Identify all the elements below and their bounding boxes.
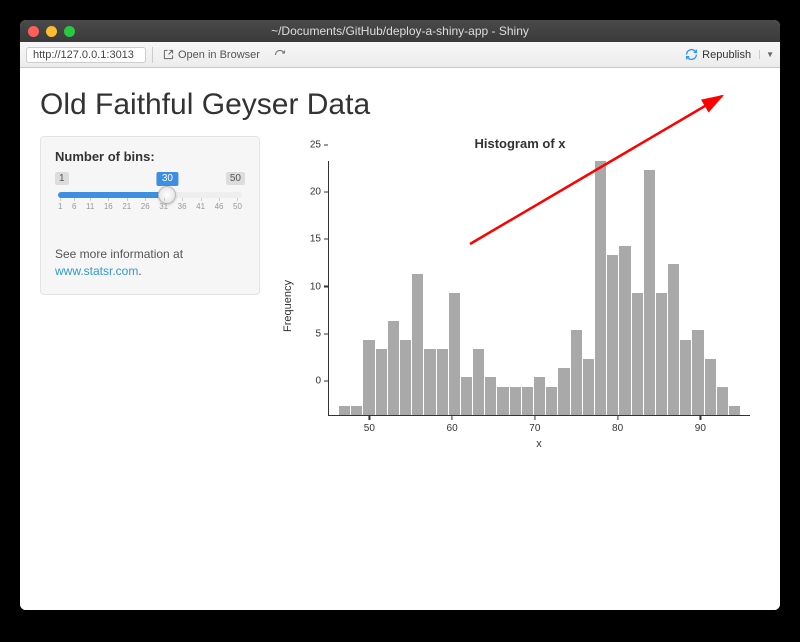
sidebar-info: See more information at www.statsr.com. [55,246,245,280]
republish-icon [685,48,698,61]
slider-tick: 36 [178,202,187,211]
slider-track[interactable] [58,192,242,198]
republish-button[interactable]: Republish ▼ [685,48,774,61]
x-tick: 50 [364,416,375,434]
external-link-icon [163,49,174,60]
chart-title: Histogram of x [280,136,760,151]
x-tick: 90 [695,416,706,434]
slider-tick: 26 [141,202,150,211]
histogram-bar [546,387,557,415]
zoom-window-button[interactable] [64,26,75,37]
histogram-bar [339,406,350,415]
chart-area: Histogram of x Frequency 0 5 10 15 20 25 x 50… [280,136,760,451]
republish-dropdown-caret[interactable]: ▼ [759,50,774,59]
histogram-bar [656,293,667,415]
slider-tick: 31 [159,202,168,211]
app-window: ~/Documents/GitHub/deploy-a-shiny-app - … [20,20,780,610]
slider-value: 30 [157,172,178,186]
histogram-bar [497,387,508,415]
y-axis-label: Frequency [282,280,294,332]
histogram-bar [412,274,423,415]
slider-tick: 16 [104,202,113,211]
histogram-bar [376,349,387,415]
info-suffix: . [138,264,141,278]
histogram-bar [717,387,728,415]
close-window-button[interactable] [28,26,39,37]
histogram-bar [534,377,545,415]
histogram-bar [644,170,655,415]
histogram-bar [400,340,411,415]
slider-max: 50 [226,172,245,185]
slider-min: 1 [55,172,69,185]
histogram-bar [449,293,460,415]
histogram-bar [595,161,606,415]
histogram-bar [424,349,435,415]
open-in-browser-label: Open in Browser [178,49,260,61]
slider-tick: 11 [86,202,94,211]
plot-frame [328,161,750,416]
info-prefix: See more information at [55,247,183,261]
slider-tick: 46 [215,202,224,211]
app-body: Old Faithful Geyser Data Number of bins:… [20,68,780,610]
y-tick: 5 [315,328,328,339]
histogram-bar [680,340,691,415]
main-row: Number of bins: 1 50 30 1611162126313641… [40,136,760,590]
toolbar-divider [152,47,153,63]
histogram-bar [510,387,521,415]
y-axis-ticks: 0510152025 [298,161,328,416]
window-controls [20,26,75,37]
y-tick: 0 [315,376,328,387]
reload-button[interactable] [270,49,290,61]
slider-label: Number of bins: [55,149,245,164]
histogram-bars [329,161,750,415]
histogram-bar [705,359,716,415]
slider-ticks: 16111621263136414650 [58,202,242,211]
histogram-bar [388,321,399,415]
toolbar: http://127.0.0.1:3013 Open in Browser [20,42,780,68]
info-link[interactable]: www.statsr.com [55,264,138,278]
x-tick: 60 [447,416,458,434]
histogram-bar [485,377,496,415]
x-axis-label: x [328,438,750,450]
bins-slider[interactable]: 1 50 30 16111621263136414650 [55,172,245,228]
histogram-bar [729,406,740,415]
window-title: ~/Documents/GitHub/deploy-a-shiny-app - … [20,24,780,38]
histogram-bar [692,330,703,415]
slider-tick: 21 [122,202,131,211]
minimize-window-button[interactable] [46,26,57,37]
slider-tick: 41 [196,202,205,211]
x-axis-ticks: x 50 60 70 80 90 [328,416,750,451]
histogram-bar [461,377,472,415]
url-field[interactable]: http://127.0.0.1:3013 [26,47,146,63]
sidebar-panel: Number of bins: 1 50 30 1611162126313641… [40,136,260,295]
histogram-bar [522,387,533,415]
y-tick: 15 [310,234,328,245]
open-in-browser-button[interactable]: Open in Browser [159,49,264,61]
histogram-bar [571,330,582,415]
republish-label: Republish [702,49,751,61]
page-title: Old Faithful Geyser Data [40,88,760,122]
histogram-bar [607,255,618,415]
histogram-bar [619,246,630,415]
chart-canvas: Frequency 0510152025 x 5060708090 [280,161,760,451]
slider-tick: 50 [233,202,242,211]
histogram-bar [473,349,484,415]
y-tick: 25 [310,139,328,150]
x-tick: 80 [612,416,623,434]
histogram-bar [437,349,448,415]
histogram-bar [558,368,569,415]
titlebar: ~/Documents/GitHub/deploy-a-shiny-app - … [20,20,780,42]
histogram-bar [583,359,594,415]
slider-tick: 1 [58,202,62,211]
histogram-bar [632,293,643,415]
reload-icon [274,49,286,61]
y-tick: 20 [310,187,328,198]
slider-tick: 6 [72,202,76,211]
histogram-bar [351,406,362,415]
histogram-bar [668,264,679,415]
x-tick: 70 [529,416,540,434]
histogram-bar [363,340,374,415]
y-tick: 10 [310,281,328,292]
